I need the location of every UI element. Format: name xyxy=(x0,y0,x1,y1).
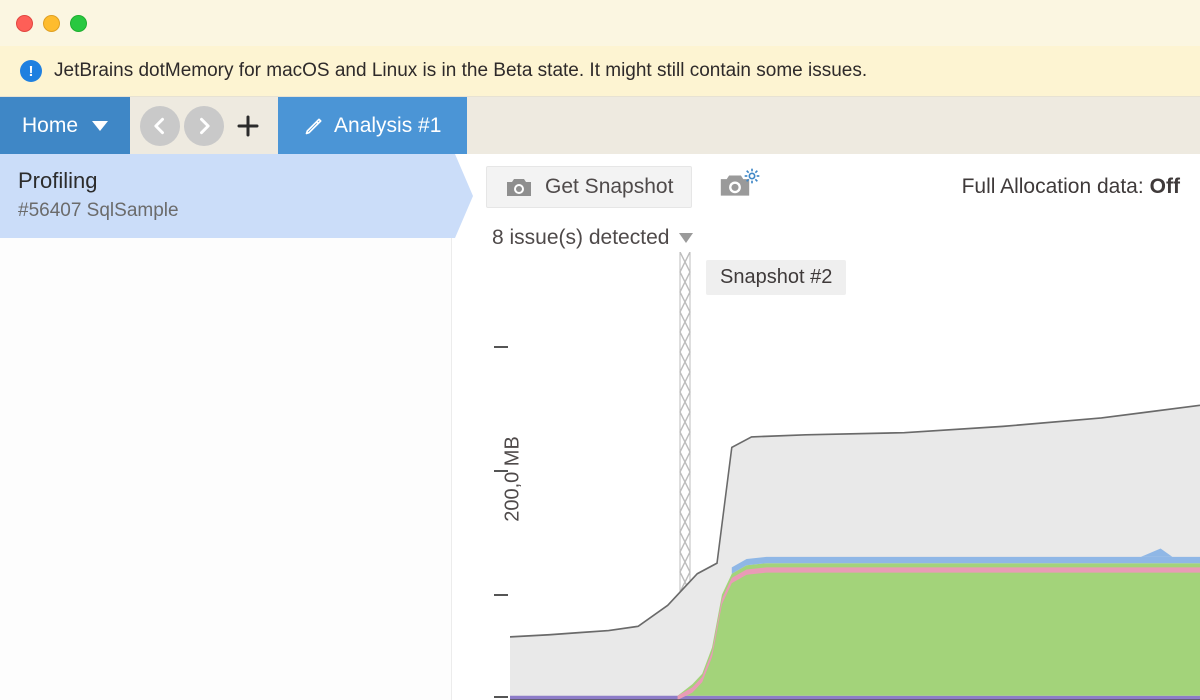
chart-tick xyxy=(494,346,508,348)
nav-back-button[interactable] xyxy=(140,106,180,146)
chart-tick xyxy=(494,594,508,596)
info-icon: ! xyxy=(20,60,42,82)
main-area: Profiling #56407 SqlSample Get Snapshot xyxy=(0,154,1200,700)
beta-banner: ! JetBrains dotMemory for macOS and Linu… xyxy=(0,46,1200,96)
tab-home[interactable]: Home xyxy=(0,97,130,154)
allocation-label: Full Allocation data: xyxy=(962,175,1144,199)
sidebar-item-title: Profiling xyxy=(18,168,433,194)
window-minimize-button[interactable] xyxy=(43,15,60,32)
allocation-status: Full Allocation data: Off xyxy=(962,175,1180,199)
window-close-button[interactable] xyxy=(16,15,33,32)
nav-group xyxy=(130,97,278,154)
chart-tick xyxy=(494,696,508,698)
tab-strip: Home Analysis #1 xyxy=(0,96,1200,154)
chevron-down-icon xyxy=(679,230,693,246)
get-snapshot-button[interactable]: Get Snapshot xyxy=(486,166,692,208)
memory-chart[interactable]: 200,0 MB Snapshot #2 xyxy=(486,258,1200,700)
sidebar-item-subtitle: #56407 SqlSample xyxy=(18,200,433,222)
toolbar: Get Snapshot xyxy=(486,166,1200,208)
new-tab-button[interactable] xyxy=(228,106,268,146)
get-snapshot-label: Get Snapshot xyxy=(545,175,673,199)
tab-home-label: Home xyxy=(22,114,78,138)
sidebar: Profiling #56407 SqlSample xyxy=(0,154,452,700)
issues-label: 8 issue(s) detected xyxy=(492,226,669,250)
issues-dropdown[interactable]: 8 issue(s) detected xyxy=(486,226,1200,250)
banner-text: JetBrains dotMemory for macOS and Linux … xyxy=(54,60,867,82)
chart-canvas xyxy=(510,258,1200,700)
window-zoom-button[interactable] xyxy=(70,15,87,32)
allocation-state: Off xyxy=(1150,175,1180,199)
gear-icon xyxy=(744,168,760,184)
chart-tick xyxy=(494,470,508,472)
tab-analysis-label: Analysis #1 xyxy=(334,114,441,138)
snapshot-settings-button[interactable] xyxy=(718,172,758,202)
camera-icon xyxy=(505,176,533,198)
nav-forward-button[interactable] xyxy=(184,106,224,146)
pencil-icon xyxy=(304,116,324,136)
sidebar-item-profiling[interactable]: Profiling #56407 SqlSample xyxy=(0,154,451,238)
content-area: Get Snapshot xyxy=(452,154,1200,700)
chevron-down-icon xyxy=(92,118,108,134)
window-titlebar xyxy=(0,0,1200,46)
tab-analysis[interactable]: Analysis #1 xyxy=(278,97,467,154)
